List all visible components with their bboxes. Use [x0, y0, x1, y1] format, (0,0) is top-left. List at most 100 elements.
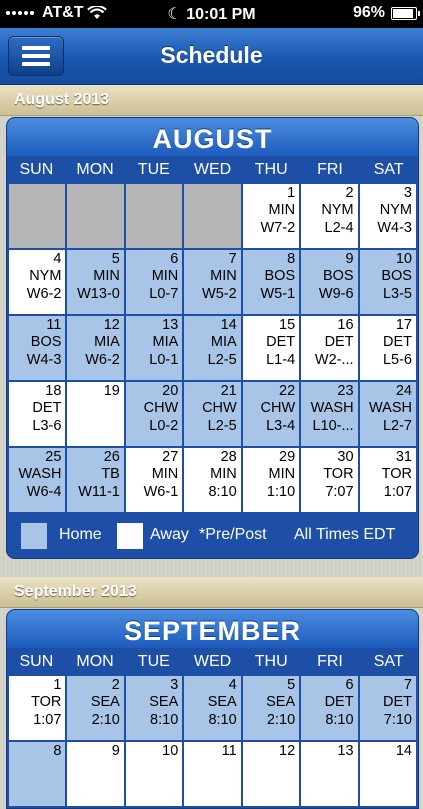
- calendar-day-cell[interactable]: 18 DET L3-6: [9, 382, 66, 446]
- status-right: 96%: [353, 4, 420, 22]
- game-result: W6-1: [143, 484, 179, 500]
- game-result: L5-6: [382, 352, 412, 368]
- calendar-day-cell[interactable]: 5 MIN W13-0: [67, 250, 124, 314]
- day-number: 24: [395, 383, 412, 399]
- calendar-day-cell[interactable]: 7 MIN W5-2: [184, 250, 241, 314]
- calendar-day-cell[interactable]: 25 WASH W6-4: [9, 448, 66, 512]
- calendar-day-cell[interactable]: 6 MIN L0-7: [125, 250, 183, 314]
- day-number: 2: [345, 185, 354, 201]
- day-number: 19: [103, 383, 120, 399]
- calendar-day-cell[interactable]: 1 TOR 1:07: [9, 676, 66, 740]
- day-number: 8: [53, 743, 62, 759]
- opponent-label: MIN: [151, 466, 179, 482]
- calendar-day-cell[interactable]: 31 TOR 1:07: [359, 448, 416, 512]
- calendar-day-cell[interactable]: 22 CHW L3-4: [242, 382, 300, 446]
- weekday-header: SUN MON TUE WED THU FRI SAT: [7, 648, 418, 676]
- calendar-day-cell[interactable]: 27 MIN W6-1: [125, 448, 183, 512]
- day-number: 23: [337, 383, 354, 399]
- calendar-day-cell[interactable]: 16 DET W2-...: [301, 316, 358, 380]
- day-number: 29: [279, 449, 296, 465]
- calendar-day-cell[interactable]: 11: [184, 742, 241, 806]
- calendar-day-cell[interactable]: 4 SEA 8:10: [184, 676, 241, 740]
- empty-day-cell: [125, 184, 183, 248]
- calendar-day-cell[interactable]: 6 DET 8:10: [301, 676, 358, 740]
- opponent-label: MIA: [94, 334, 120, 350]
- month-section-header: August 2013: [0, 85, 423, 116]
- calendar-day-cell[interactable]: 29 MIN 1:10: [242, 448, 300, 512]
- calendar-day-cell[interactable]: 8 BOS W5-1: [242, 250, 300, 314]
- weekday-label: THU: [254, 161, 288, 178]
- calendar-day-cell[interactable]: 11 BOS W4-3: [9, 316, 66, 380]
- calendar-day-cell[interactable]: 10: [125, 742, 183, 806]
- page-title: Schedule: [160, 42, 263, 68]
- calendar-day-cell[interactable]: 24 WASH L2-7: [359, 382, 416, 446]
- calendar-day-cell[interactable]: 20 CHW L0-2: [125, 382, 183, 446]
- calendar-day-cell[interactable]: 26 TB W11-1: [67, 448, 124, 512]
- calendar-day-cell[interactable]: 7 DET 7:10: [359, 676, 416, 740]
- calendar-day-cell[interactable]: 1 MIN W7-2: [242, 184, 300, 248]
- opponent-label: CHW: [202, 400, 237, 416]
- calendar-day-cell[interactable]: 8: [9, 742, 66, 806]
- calendar-day-cell[interactable]: 10 BOS L3-5: [359, 250, 416, 314]
- game-result: L2-5: [207, 352, 237, 368]
- calendar-day-cell[interactable]: 19: [67, 382, 124, 446]
- calendar-day-cell[interactable]: 21 CHW L2-5: [184, 382, 241, 446]
- day-number: 10: [162, 743, 179, 759]
- opponent-label: SEA: [266, 694, 296, 710]
- calendar-day-cell[interactable]: 13: [301, 742, 358, 806]
- game-result: L2-4: [324, 220, 354, 236]
- day-number: 21: [220, 383, 237, 399]
- calendar-day-cell[interactable]: 12: [242, 742, 300, 806]
- game-result: L2-7: [382, 418, 412, 434]
- day-number: 26: [103, 449, 120, 465]
- calendar-day-cell[interactable]: 15 DET L1-4: [242, 316, 300, 380]
- day-number: 8: [287, 251, 296, 267]
- calendar-day-cell[interactable]: 28 MIN 8:10: [184, 448, 241, 512]
- day-number: 30: [337, 449, 354, 465]
- weekday-label: SUN: [19, 653, 54, 670]
- calendar-day-cell[interactable]: 5 SEA 2:10: [242, 676, 300, 740]
- calendar-day-cell[interactable]: 3 SEA 8:10: [125, 676, 183, 740]
- nav-bar: Schedule: [0, 28, 423, 85]
- day-number: 22: [279, 383, 296, 399]
- calendar-day-cell[interactable]: 14: [359, 742, 416, 806]
- opponent-label: MIA: [210, 334, 237, 350]
- day-number: 13: [162, 317, 179, 333]
- opponent-label: BOS: [381, 268, 412, 284]
- clock-label: 10:01 PM: [186, 6, 256, 23]
- calendar-day-cell[interactable]: 2 SEA 2:10: [67, 676, 124, 740]
- game-result: L0-2: [149, 418, 179, 434]
- calendar-day-cell[interactable]: 2 NYM L2-4: [301, 184, 358, 248]
- calendar-day-cell[interactable]: 23 WASH L10-...: [301, 382, 358, 446]
- game-result: W5-2: [202, 286, 237, 302]
- calendar-day-cell[interactable]: 30 TOR 7:07: [301, 448, 358, 512]
- calendar-day-cell[interactable]: 9 BOS W9-6: [301, 250, 358, 314]
- day-number: 20: [162, 383, 179, 399]
- opponent-label: MIN: [151, 268, 179, 284]
- calendar-day-cell[interactable]: 14 MIA L2-5: [184, 316, 241, 380]
- calendar-day-cell[interactable]: 12 MIA W6-2: [67, 316, 124, 380]
- day-number: 7: [228, 251, 237, 267]
- opponent-label: WASH: [18, 466, 62, 482]
- calendar-day-cell[interactable]: 13 MIA L0-1: [125, 316, 183, 380]
- calendar-grid: 1 MIN W7-2 2 NYM L2-4 3 NYM W4-3 4 NYM W6-2 5 MIN W13-…: [7, 184, 418, 514]
- game-result: L10-...: [312, 418, 354, 434]
- game-result: L3-6: [32, 418, 62, 434]
- calendar-day-cell[interactable]: 3 NYM W4-3: [359, 184, 416, 248]
- legend-times-label: All Times EDT: [294, 526, 396, 543]
- day-number: 25: [45, 449, 62, 465]
- opponent-label: WASH: [369, 400, 412, 416]
- battery-icon: [391, 6, 420, 20]
- section-label: September 2013: [14, 583, 137, 600]
- game-result: 2:10: [266, 712, 296, 728]
- calendar-day-cell[interactable]: 17 DET L5-6: [359, 316, 416, 380]
- day-number: 16: [337, 317, 354, 333]
- calendar-day-cell[interactable]: 4 NYM W6-2: [9, 250, 66, 314]
- opponent-label: TOR: [323, 466, 354, 482]
- game-result: W11-1: [78, 484, 120, 500]
- opponent-label: NYM: [379, 202, 412, 218]
- calendar-day-cell[interactable]: 9: [67, 742, 124, 806]
- game-result: W13-0: [77, 286, 120, 302]
- day-number: 6: [170, 251, 179, 267]
- opponent-label: WASH: [310, 400, 354, 416]
